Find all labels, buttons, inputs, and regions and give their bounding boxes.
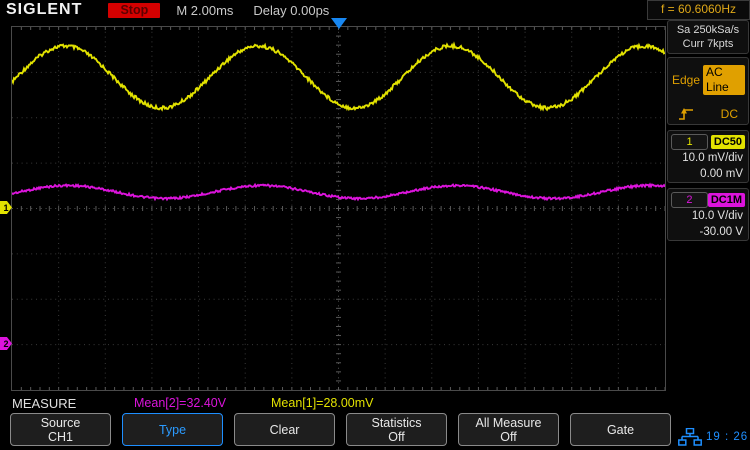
softkey-menu: Source CH1 Type Clear Statistics Off All… bbox=[10, 413, 671, 446]
channel2-scale: 10.0 V/div bbox=[691, 210, 743, 222]
memory-depth: Curr 7kpts bbox=[682, 38, 734, 50]
waveform-display bbox=[11, 26, 666, 391]
channel2-number: 2 bbox=[671, 191, 708, 208]
network-icon bbox=[678, 428, 702, 446]
top-bar: SIGLENT Stop M 2.00ms Delay 0.00ps f = 6… bbox=[0, 0, 750, 20]
menu-button-all-measure[interactable]: All Measure Off bbox=[458, 413, 559, 446]
channel2-status: 2 DC1M 10.0 V/div -30.00 V bbox=[667, 188, 749, 241]
menu-button-gate[interactable]: Gate bbox=[570, 413, 671, 446]
channel1-scale: 10.0 mV/div bbox=[682, 152, 743, 164]
channel2-offset: -30.00 V bbox=[699, 226, 743, 238]
menu-button-statistics[interactable]: Statistics Off bbox=[346, 413, 447, 446]
delay-readout: Delay 0.00ps bbox=[253, 2, 330, 18]
measure-row: MEASURE Mean[2]=32.40V Mean[1]=28.00mV bbox=[0, 395, 750, 411]
trigger-status: Edge AC Line DC bbox=[667, 57, 749, 125]
measure-title: MEASURE bbox=[12, 396, 77, 411]
trigger-coupling-label: DC bbox=[720, 107, 738, 121]
menu-button-type[interactable]: Type bbox=[122, 413, 223, 446]
button-label: All Measure bbox=[475, 415, 542, 430]
clock: 19 : 26 bbox=[706, 431, 749, 443]
mean-ch2-readout: Mean[2]=32.40V bbox=[134, 396, 227, 410]
button-label: Type bbox=[158, 422, 187, 437]
menu-button-clear[interactable]: Clear bbox=[234, 413, 335, 446]
button-label: Source bbox=[40, 415, 81, 430]
channel1-status: 1 DC50 10.0 mV/div 0.00 mV bbox=[667, 130, 749, 183]
acquisition-status: Sa 250kSa/s Curr 7kpts bbox=[667, 20, 749, 54]
trigger-type-label: Edge bbox=[672, 73, 701, 87]
mean-ch1-readout: Mean[1]=28.00mV bbox=[271, 396, 374, 410]
button-value: CH1 bbox=[47, 429, 73, 444]
channel1-coupling-badge: DC50 bbox=[710, 134, 745, 149]
oscilloscope-screen: SIGLENT Stop M 2.00ms Delay 0.00ps f = 6… bbox=[0, 0, 750, 450]
button-label: Gate bbox=[606, 422, 635, 437]
trigger-source-badge: AC Line bbox=[703, 65, 745, 95]
trigger-position-marker-icon bbox=[331, 18, 347, 29]
menu-button-source[interactable]: Source CH1 bbox=[10, 413, 111, 446]
rising-edge-icon bbox=[679, 108, 693, 120]
channel2-coupling-badge: DC1M bbox=[707, 192, 745, 207]
channel1-offset: 0.00 mV bbox=[700, 168, 743, 180]
button-value: Off bbox=[500, 429, 517, 444]
graticule-and-waves bbox=[12, 27, 665, 390]
run-state-badge: Stop bbox=[108, 2, 161, 18]
sample-rate: Sa 250kSa/s bbox=[676, 24, 740, 36]
button-label: Statistics bbox=[371, 415, 422, 430]
channel1-number: 1 bbox=[671, 133, 708, 150]
button-value: Off bbox=[388, 429, 405, 444]
timebase-readout: M 2.00ms bbox=[176, 2, 234, 18]
frequency-counter: f = 60.6060Hz bbox=[647, 0, 750, 20]
button-label: Clear bbox=[269, 422, 300, 437]
status-sidebar: Sa 250kSa/s Curr 7kpts Edge AC Line DC 1… bbox=[667, 20, 749, 241]
brand-logo: SIGLENT bbox=[6, 1, 83, 18]
